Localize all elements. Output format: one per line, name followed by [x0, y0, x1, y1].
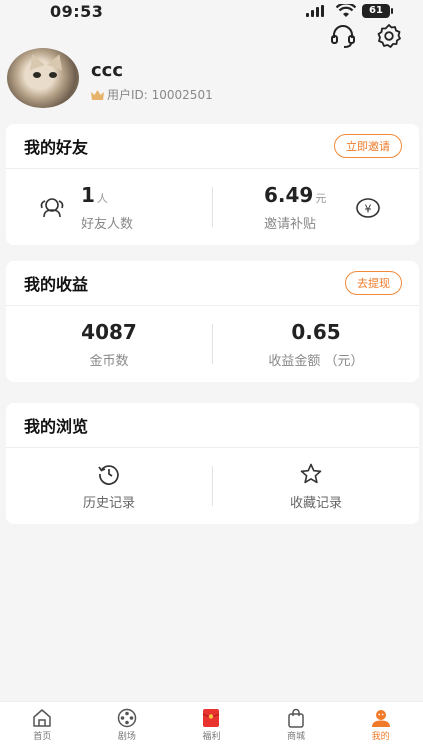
friends-card: 我的好友 立即邀请 1人 好友人数 6.49 元 邀请补贴 ¥	[6, 124, 419, 245]
yuan-coin-icon: ¥	[356, 198, 380, 218]
nav-theater[interactable]: 剧场	[85, 702, 170, 746]
friends-count-unit: 人	[96, 192, 108, 205]
status-time: 09:53	[50, 2, 104, 21]
coins-label: 金币数	[89, 354, 129, 369]
username: ccc	[91, 60, 124, 81]
nav-mall[interactable]: 商城	[254, 702, 339, 746]
history-icon	[98, 465, 119, 485]
coins-section[interactable]: 4087 金币数	[6, 306, 212, 382]
invite-now-button[interactable]: 立即邀请	[334, 134, 402, 158]
favorites-button[interactable]: 收藏记录	[213, 448, 419, 524]
shopping-bag-icon	[288, 708, 304, 728]
crown-icon	[91, 89, 104, 100]
home-icon	[33, 709, 52, 727]
friends-title: 我的好友	[24, 138, 89, 157]
nav-mall-label: 商城	[287, 732, 306, 742]
nav-home-label: 首页	[33, 732, 52, 742]
headset-icon[interactable]	[329, 22, 357, 50]
nav-welfare[interactable]: 福利	[169, 702, 254, 746]
friends-icon	[40, 198, 64, 218]
earnings-amount-value: 0.65	[291, 320, 341, 344]
nav-home[interactable]: 首页	[0, 702, 85, 746]
coins-value: 4087	[81, 320, 137, 344]
invite-subsidy-value: 6.49	[264, 183, 314, 207]
friends-count: 1	[81, 183, 95, 207]
avatar[interactable]	[7, 48, 79, 108]
invite-subsidy-section[interactable]: 6.49 元 邀请补贴 ¥	[213, 169, 419, 245]
friends-count-label: 好友人数	[81, 217, 134, 232]
favorites-label: 收藏记录	[289, 496, 342, 511]
history-button[interactable]: 历史记录	[6, 448, 212, 524]
friends-count-section[interactable]: 1人 好友人数	[6, 169, 212, 245]
cellular-signal-icon	[306, 5, 324, 17]
svg-text:¥: ¥	[365, 203, 372, 216]
battery-icon: 61	[362, 4, 393, 18]
earnings-amount-label: 收益金额 （元）	[268, 354, 364, 369]
earnings-card: 我的收益 去提现 4087 金币数 0.65 收益金额 （元）	[6, 261, 419, 382]
invite-subsidy-unit: 元	[315, 192, 327, 205]
red-envelope-icon	[203, 709, 220, 727]
nav-mine[interactable]: 我的	[338, 702, 423, 746]
header-actions	[329, 22, 403, 50]
bottom-nav: 首页 剧场 福利 商城 我的	[0, 701, 423, 746]
wifi-icon	[336, 4, 356, 17]
nav-mine-label: 我的	[371, 732, 390, 742]
film-reel-icon	[117, 708, 137, 728]
gear-icon[interactable]	[375, 22, 403, 50]
earnings-title: 我的收益	[24, 275, 89, 294]
browse-card: 我的浏览 历史记录 收藏记录	[6, 403, 419, 524]
history-label: 历史记录	[82, 496, 135, 511]
browse-title: 我的浏览	[24, 417, 89, 436]
nav-theater-label: 剧场	[117, 732, 136, 742]
nav-welfare-label: 福利	[202, 732, 221, 742]
profile-icon	[371, 710, 390, 727]
user-id-text: 用户ID: 10002501	[107, 88, 213, 102]
user-id: 用户ID: 10002501	[91, 86, 213, 103]
star-icon	[300, 463, 322, 484]
earnings-amount-section[interactable]: 0.65 收益金额 （元）	[213, 306, 419, 382]
withdraw-button[interactable]: 去提现	[345, 271, 402, 295]
invite-subsidy-label: 邀请补贴	[264, 217, 317, 232]
